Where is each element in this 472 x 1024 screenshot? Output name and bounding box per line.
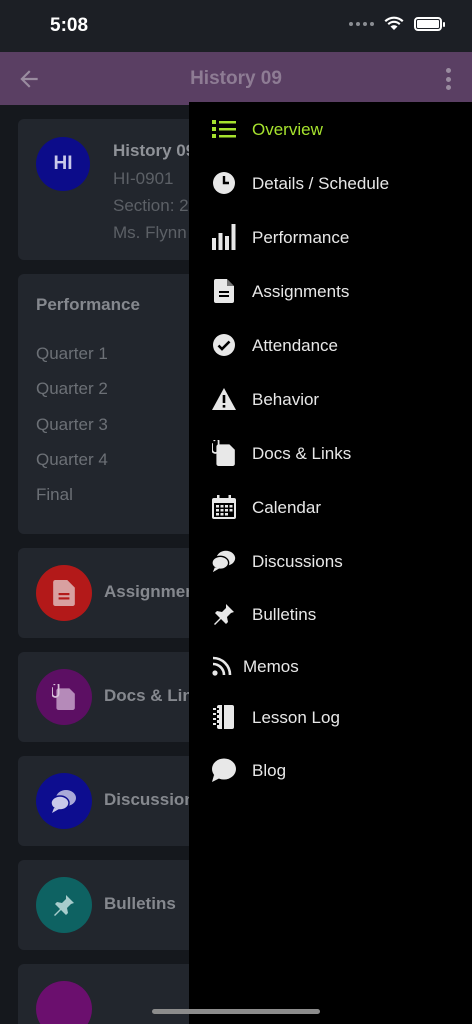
calendar-icon [211, 494, 237, 520]
drawer-item-label: Blog [252, 761, 287, 780]
drawer-item-assignments[interactable]: Assignments [189, 269, 472, 313]
course-teacher: Ms. Flynn [113, 223, 187, 242]
drawer-item-bulletins[interactable]: Bulletins [189, 592, 472, 636]
drawer-item-label: Lesson Log [252, 708, 340, 727]
drawer-item-lesson-log[interactable]: Lesson Log [189, 695, 472, 739]
page-title: History 09 [190, 68, 282, 89]
drawer-item-blog[interactable]: Blog [189, 748, 472, 792]
navigation-drawer: Overview Details / Schedule Performance … [189, 102, 472, 1024]
drawer-item-label: Performance [252, 228, 350, 247]
document-icon [211, 278, 237, 304]
clock-icon [211, 170, 237, 196]
performance-row: Quarter 3 [36, 415, 108, 434]
rss-icon [209, 653, 235, 679]
docs-icon [36, 669, 92, 725]
drawer-item-label: Assignments [252, 282, 350, 301]
drawer-item-performance[interactable]: Performance [189, 215, 472, 259]
cellular-signal-icon [349, 21, 374, 26]
status-bar: 5:08 [0, 0, 472, 52]
drawer-item-label: Attendance [252, 336, 339, 355]
drawer-item-label: Details / Schedule [252, 174, 390, 193]
status-time: 5:08 [50, 15, 89, 36]
course-code: HI-0901 [113, 169, 174, 188]
performance-row: Quarter 1 [36, 344, 108, 363]
drawer-item-label: Memos [243, 657, 299, 676]
speech-bubble-icon [211, 757, 237, 783]
drawer-item-details-schedule[interactable]: Details / Schedule [189, 161, 472, 205]
document-icon [36, 565, 92, 621]
home-indicator[interactable] [152, 1009, 320, 1014]
drawer-item-label: Behavior [252, 390, 320, 409]
list-icon [211, 116, 237, 142]
pin-icon [211, 601, 237, 627]
check-circle-icon [211, 332, 237, 358]
course-avatar: HI [36, 137, 90, 191]
drawer-item-label: Calendar [252, 498, 321, 517]
course-name: History 09 [113, 141, 196, 160]
warning-icon [211, 386, 237, 412]
performance-row: Quarter 2 [36, 379, 108, 398]
drawer-item-calendar[interactable]: Calendar [189, 485, 472, 529]
drawer-item-docs-links[interactable]: Docs & Links [189, 431, 472, 475]
feature-label: Bulletins [104, 894, 176, 913]
drawer-item-overview[interactable]: Overview [189, 107, 472, 151]
bar-chart-icon [211, 224, 237, 250]
chat-bubbles-icon [36, 773, 92, 829]
course-section: Section: 2 [113, 196, 189, 215]
pin-icon [36, 877, 92, 933]
drawer-item-attendance[interactable]: Attendance [189, 323, 472, 367]
performance-title: Performance [36, 295, 140, 314]
drawer-item-memos[interactable]: Memos [189, 644, 472, 688]
app-bar: History 09 [0, 52, 472, 105]
drawer-item-label: Bulletins [252, 605, 317, 624]
wifi-icon [384, 16, 404, 30]
drawer-item-label: Discussions [252, 552, 343, 571]
drawer-item-label: Overview [252, 120, 323, 139]
chat-bubbles-icon [211, 548, 237, 574]
performance-row: Final [36, 485, 73, 504]
performance-row: Quarter 4 [36, 450, 108, 469]
battery-icon [414, 16, 445, 31]
drawer-item-label: Docs & Links [252, 444, 352, 463]
notebook-icon [211, 704, 237, 730]
status-icons [349, 16, 445, 31]
drawer-item-behavior[interactable]: Behavior [189, 377, 472, 421]
docs-icon [211, 440, 237, 466]
more-options-icon[interactable] [446, 68, 452, 90]
partial-feature-icon [36, 981, 92, 1024]
drawer-item-discussions[interactable]: Discussions [189, 539, 472, 583]
